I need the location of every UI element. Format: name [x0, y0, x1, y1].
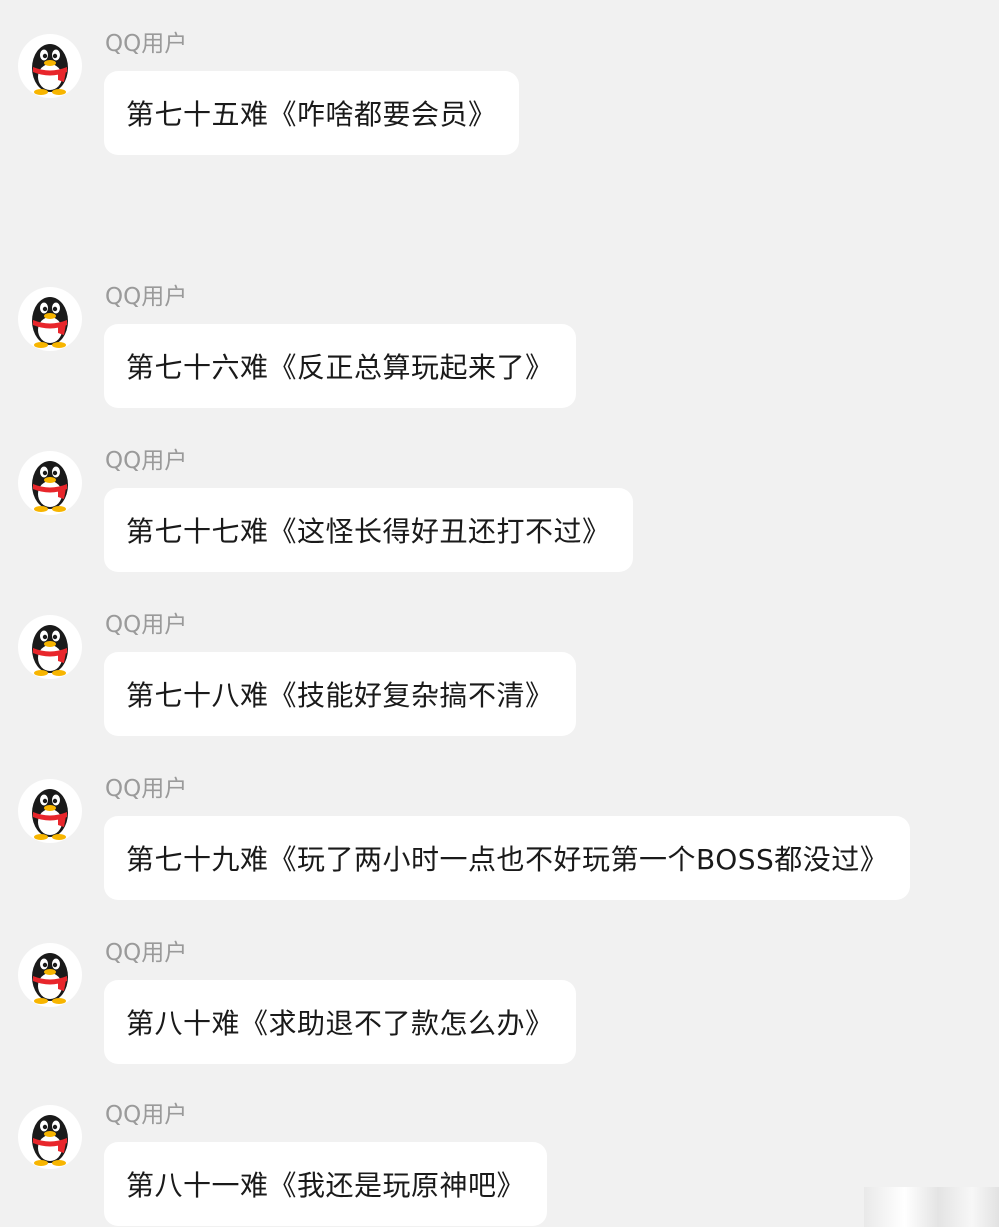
avatar[interactable]	[18, 287, 82, 351]
avatar[interactable]	[18, 451, 82, 515]
message-bubble[interactable]: 第八十一难《我还是玩原神吧》	[104, 1142, 548, 1226]
sender-name: QQ用户	[105, 1102, 188, 1128]
message-bubble[interactable]: 第七十六难《反正总算玩起来了》	[104, 324, 576, 408]
sender-name: QQ用户	[105, 31, 188, 57]
sender-name: QQ用户	[105, 940, 188, 966]
message-text: 第七十五难《咋啥都要会员》	[126, 98, 497, 131]
qq-penguin-icon	[32, 789, 68, 840]
qq-penguin-icon	[32, 953, 68, 1004]
message-bubble[interactable]: 第七十七难《这怪长得好丑还打不过》	[104, 488, 633, 572]
avatar[interactable]	[18, 943, 82, 1007]
message-bubble[interactable]: 第七十九难《玩了两小时一点也不好玩第一个BOSS都没过》	[104, 816, 911, 900]
qq-penguin-icon	[32, 625, 68, 676]
message-bubble[interactable]: 第七十五难《咋啥都要会员》	[104, 71, 519, 155]
avatar[interactable]	[18, 779, 82, 843]
sender-name: QQ用户	[105, 448, 188, 474]
sender-name: QQ用户	[105, 284, 188, 310]
qq-penguin-icon	[32, 297, 68, 348]
avatar[interactable]	[18, 1105, 82, 1169]
message-bubble[interactable]: 第七十八难《技能好复杂搞不清》	[104, 652, 576, 736]
message-text: 第七十六难《反正总算玩起来了》	[126, 351, 554, 384]
sender-name: QQ用户	[105, 612, 188, 638]
qq-penguin-icon	[32, 461, 68, 512]
message-text: 第七十八难《技能好复杂搞不清》	[126, 679, 554, 712]
message-text: 第七十九难《玩了两小时一点也不好玩第一个BOSS都没过》	[126, 843, 889, 876]
avatar[interactable]	[18, 34, 82, 98]
message-text: 第八十难《求助退不了款怎么办》	[126, 1007, 554, 1040]
message-text: 第七十七难《这怪长得好丑还打不过》	[126, 515, 611, 548]
avatar[interactable]	[18, 615, 82, 679]
message-text: 第八十一难《我还是玩原神吧》	[126, 1169, 526, 1202]
message-bubble[interactable]: 第八十难《求助退不了款怎么办》	[104, 980, 576, 1064]
sender-name: QQ用户	[105, 776, 188, 802]
blurred-corner-overlay	[864, 1187, 999, 1227]
qq-penguin-icon	[32, 1115, 68, 1166]
qq-penguin-icon	[32, 44, 68, 95]
